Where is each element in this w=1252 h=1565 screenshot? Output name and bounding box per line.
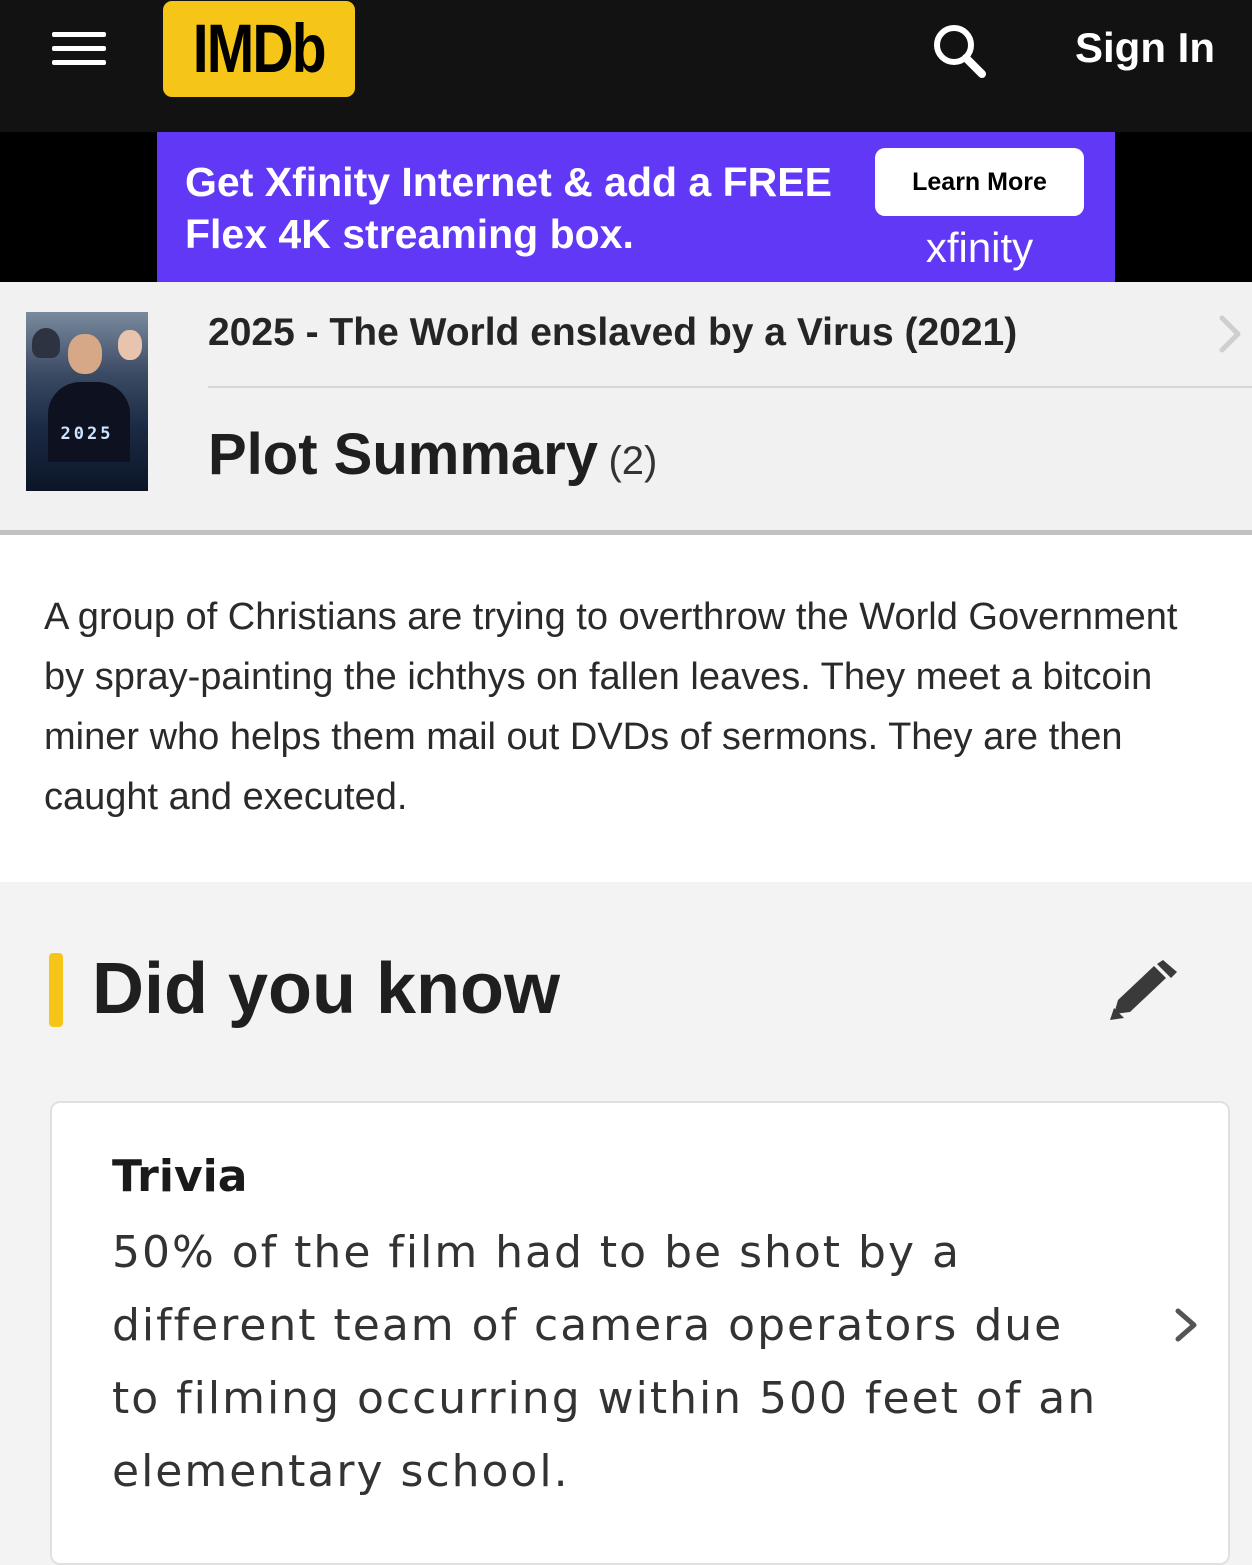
ad-headline: Get Xfinity Internet & add a FREE Flex 4… (185, 159, 832, 257)
ad-brand-logo: xfinity (925, 224, 1034, 271)
top-navbar: IMDb Sign In (0, 0, 1252, 132)
section-count: (2) (608, 439, 658, 483)
trivia-label: Trivia (112, 1151, 248, 1202)
section-title: Plot Summary (208, 422, 598, 487)
pencil-icon[interactable] (1104, 958, 1182, 1024)
logo-text: IMDb (192, 11, 327, 87)
poster-year: 2025 (60, 424, 114, 444)
trivia-card[interactable]: Trivia 50% of the film had to be shot by… (50, 1101, 1230, 1565)
movie-poster[interactable]: 2025 (26, 312, 148, 491)
hamburger-menu-icon[interactable] (52, 30, 108, 70)
page-title: Plot Summary (2) (208, 420, 657, 490)
ad-row: Get Xfinity Internet & add a FREE Flex 4… (0, 132, 1252, 282)
trivia-text: 50% of the film had to be shot by a diff… (112, 1227, 1098, 1497)
chevron-right-icon[interactable] (1172, 1303, 1202, 1347)
learn-more-button[interactable]: Learn More (875, 148, 1084, 216)
imdb-logo[interactable]: IMDb (163, 1, 355, 97)
search-icon[interactable] (928, 20, 990, 82)
ad-banner[interactable]: Get Xfinity Internet & add a FREE Flex 4… (157, 132, 1115, 282)
plot-summary-text: A group of Christians are trying to over… (44, 596, 1178, 818)
section-accent-bar (49, 953, 63, 1027)
title-header: 2025 2025 - The World enslaved by a Viru… (0, 282, 1252, 535)
plot-summary-section: A group of Christians are trying to over… (0, 535, 1252, 882)
movie-title-link[interactable]: 2025 - The World enslaved by a Virus (20… (208, 306, 1188, 360)
did-you-know-heading: Did you know (92, 949, 560, 1029)
sign-in-button[interactable]: Sign In (1060, 20, 1230, 76)
title-divider (208, 386, 1252, 388)
chevron-right-icon[interactable] (1214, 312, 1246, 356)
